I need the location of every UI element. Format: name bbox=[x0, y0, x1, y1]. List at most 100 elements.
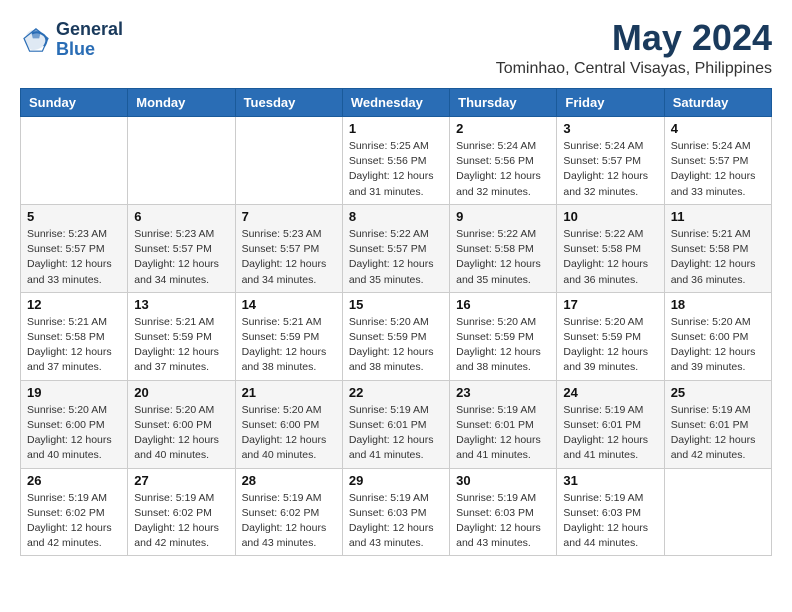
day-info: Sunrise: 5:19 AM Sunset: 6:02 PM Dayligh… bbox=[242, 491, 336, 552]
month-title: May 2024 bbox=[496, 20, 772, 56]
day-info: Sunrise: 5:20 AM Sunset: 5:59 PM Dayligh… bbox=[349, 315, 443, 376]
calendar-table: SundayMondayTuesdayWednesdayThursdayFrid… bbox=[20, 88, 772, 556]
day-number: 27 bbox=[134, 473, 228, 488]
location-title: Tominhao, Central Visayas, Philippines bbox=[496, 60, 772, 78]
calendar-cell: 26Sunrise: 5:19 AM Sunset: 6:02 PM Dayli… bbox=[21, 468, 128, 556]
calendar-cell bbox=[128, 117, 235, 205]
calendar-cell: 9 Sunrise: 5:22 AM Sunset: 5:58 PM Daylig… bbox=[450, 204, 557, 292]
title-block: May 2024 Tominhao, Central Visayas, Phil… bbox=[496, 20, 772, 78]
calendar-cell: 12 Sunrise: 5:21 AM Sunset: 5:58 PM Dayli… bbox=[21, 292, 128, 380]
day-number: 6 bbox=[134, 209, 228, 224]
weekday-header-wednesday: Wednesday bbox=[342, 89, 449, 117]
weekday-header-sunday: Sunday bbox=[21, 89, 128, 117]
calendar-cell: 2Sunrise: 5:24 AM Sunset: 5:56 PM Daylig… bbox=[450, 117, 557, 205]
page-header: General Blue May 2024 Tominhao, Central … bbox=[20, 20, 772, 78]
calendar-cell: 7 Sunrise: 5:23 AM Sunset: 5:57 PM Daylig… bbox=[235, 204, 342, 292]
calendar-cell: 21Sunrise: 5:20 AM Sunset: 6:00 PM Dayli… bbox=[235, 380, 342, 468]
day-info: Sunrise: 5:20 AM Sunset: 6:00 PM Dayligh… bbox=[134, 403, 228, 464]
day-info: Sunrise: 5:22 AM Sunset: 5:57 PM Dayligh… bbox=[349, 227, 443, 288]
day-info: Sunrise: 5:19 AM Sunset: 6:02 PM Dayligh… bbox=[27, 491, 121, 552]
day-number: 13 bbox=[134, 297, 228, 312]
logo-text: General Blue bbox=[56, 20, 123, 60]
calendar-week-row: 26Sunrise: 5:19 AM Sunset: 6:02 PM Dayli… bbox=[21, 468, 772, 556]
day-number: 19 bbox=[27, 385, 121, 400]
day-number: 17 bbox=[563, 297, 657, 312]
calendar-cell: 19 Sunrise: 5:20 AM Sunset: 6:00 PM Dayli… bbox=[21, 380, 128, 468]
day-number: 30 bbox=[456, 473, 550, 488]
calendar-cell: 16Sunrise: 5:20 AM Sunset: 5:59 PM Dayli… bbox=[450, 292, 557, 380]
weekday-header-row: SundayMondayTuesdayWednesdayThursdayFrid… bbox=[21, 89, 772, 117]
day-number: 22 bbox=[349, 385, 443, 400]
day-info: Sunrise: 5:21 AM Sunset: 5:58 PM Dayligh… bbox=[27, 315, 121, 376]
day-info: Sunrise: 5:23 AM Sunset: 5:57 PM Dayligh… bbox=[134, 227, 228, 288]
calendar-cell: 6 Sunrise: 5:23 AM Sunset: 5:57 PM Daylig… bbox=[128, 204, 235, 292]
day-info: Sunrise: 5:21 AM Sunset: 5:58 PM Dayligh… bbox=[671, 227, 765, 288]
day-info: Sunrise: 5:19 AM Sunset: 6:01 PM Dayligh… bbox=[456, 403, 550, 464]
calendar-cell: 27Sunrise: 5:19 AM Sunset: 6:02 PM Dayli… bbox=[128, 468, 235, 556]
weekday-header-saturday: Saturday bbox=[664, 89, 771, 117]
calendar-cell: 18 Sunrise: 5:20 AM Sunset: 6:00 PM Dayli… bbox=[664, 292, 771, 380]
day-info: Sunrise: 5:20 AM Sunset: 6:00 PM Dayligh… bbox=[671, 315, 765, 376]
day-number: 15 bbox=[349, 297, 443, 312]
day-info: Sunrise: 5:25 AM Sunset: 5:56 PM Dayligh… bbox=[349, 139, 443, 200]
calendar-week-row: 12 Sunrise: 5:21 AM Sunset: 5:58 PM Dayli… bbox=[21, 292, 772, 380]
weekday-header-tuesday: Tuesday bbox=[235, 89, 342, 117]
day-number: 18 bbox=[671, 297, 765, 312]
day-info: Sunrise: 5:19 AM Sunset: 6:01 PM Dayligh… bbox=[671, 403, 765, 464]
day-info: Sunrise: 5:21 AM Sunset: 5:59 PM Dayligh… bbox=[242, 315, 336, 376]
day-info: Sunrise: 5:19 AM Sunset: 6:03 PM Dayligh… bbox=[456, 491, 550, 552]
day-number: 20 bbox=[134, 385, 228, 400]
logo: General Blue bbox=[20, 20, 123, 60]
calendar-cell: 4Sunrise: 5:24 AM Sunset: 5:57 PM Daylig… bbox=[664, 117, 771, 205]
calendar-cell: 24 Sunrise: 5:19 AM Sunset: 6:01 PM Dayli… bbox=[557, 380, 664, 468]
day-info: Sunrise: 5:20 AM Sunset: 5:59 PM Dayligh… bbox=[563, 315, 657, 376]
calendar-cell: 20 Sunrise: 5:20 AM Sunset: 6:00 PM Dayli… bbox=[128, 380, 235, 468]
calendar-week-row: 19 Sunrise: 5:20 AM Sunset: 6:00 PM Dayli… bbox=[21, 380, 772, 468]
calendar-week-row: 5 Sunrise: 5:23 AM Sunset: 5:57 PM Daylig… bbox=[21, 204, 772, 292]
day-number: 16 bbox=[456, 297, 550, 312]
day-number: 12 bbox=[27, 297, 121, 312]
day-info: Sunrise: 5:21 AM Sunset: 5:59 PM Dayligh… bbox=[134, 315, 228, 376]
day-number: 10 bbox=[563, 209, 657, 224]
day-info: Sunrise: 5:19 AM Sunset: 6:01 PM Dayligh… bbox=[349, 403, 443, 464]
calendar-cell: 22 Sunrise: 5:19 AM Sunset: 6:01 PM Dayli… bbox=[342, 380, 449, 468]
day-info: Sunrise: 5:22 AM Sunset: 5:58 PM Dayligh… bbox=[456, 227, 550, 288]
day-number: 1 bbox=[349, 121, 443, 136]
day-number: 11 bbox=[671, 209, 765, 224]
day-info: Sunrise: 5:20 AM Sunset: 6:00 PM Dayligh… bbox=[27, 403, 121, 464]
day-number: 5 bbox=[27, 209, 121, 224]
day-info: Sunrise: 5:23 AM Sunset: 5:57 PM Dayligh… bbox=[242, 227, 336, 288]
calendar-cell: 30 Sunrise: 5:19 AM Sunset: 6:03 PM Dayli… bbox=[450, 468, 557, 556]
calendar-cell bbox=[664, 468, 771, 556]
calendar-cell bbox=[21, 117, 128, 205]
day-number: 7 bbox=[242, 209, 336, 224]
calendar-cell: 28 Sunrise: 5:19 AM Sunset: 6:02 PM Dayli… bbox=[235, 468, 342, 556]
day-info: Sunrise: 5:24 AM Sunset: 5:56 PM Dayligh… bbox=[456, 139, 550, 200]
day-number: 24 bbox=[563, 385, 657, 400]
calendar-cell: 1 Sunrise: 5:25 AM Sunset: 5:56 PM Daylig… bbox=[342, 117, 449, 205]
calendar-cell: 31Sunrise: 5:19 AM Sunset: 6:03 PM Dayli… bbox=[557, 468, 664, 556]
calendar-cell: 17 Sunrise: 5:20 AM Sunset: 5:59 PM Dayli… bbox=[557, 292, 664, 380]
day-number: 9 bbox=[456, 209, 550, 224]
calendar-cell: 23Sunrise: 5:19 AM Sunset: 6:01 PM Dayli… bbox=[450, 380, 557, 468]
calendar-cell: 8Sunrise: 5:22 AM Sunset: 5:57 PM Daylig… bbox=[342, 204, 449, 292]
day-info: Sunrise: 5:24 AM Sunset: 5:57 PM Dayligh… bbox=[671, 139, 765, 200]
day-number: 14 bbox=[242, 297, 336, 312]
day-number: 29 bbox=[349, 473, 443, 488]
calendar-cell: 25Sunrise: 5:19 AM Sunset: 6:01 PM Dayli… bbox=[664, 380, 771, 468]
calendar-cell: 29Sunrise: 5:19 AM Sunset: 6:03 PM Dayli… bbox=[342, 468, 449, 556]
calendar-cell: 13 Sunrise: 5:21 AM Sunset: 5:59 PM Dayli… bbox=[128, 292, 235, 380]
calendar-cell: 14 Sunrise: 5:21 AM Sunset: 5:59 PM Dayli… bbox=[235, 292, 342, 380]
calendar-week-row: 1 Sunrise: 5:25 AM Sunset: 5:56 PM Daylig… bbox=[21, 117, 772, 205]
weekday-header-friday: Friday bbox=[557, 89, 664, 117]
day-number: 28 bbox=[242, 473, 336, 488]
day-number: 21 bbox=[242, 385, 336, 400]
weekday-header-thursday: Thursday bbox=[450, 89, 557, 117]
day-info: Sunrise: 5:19 AM Sunset: 6:01 PM Dayligh… bbox=[563, 403, 657, 464]
calendar-cell: 3Sunrise: 5:24 AM Sunset: 5:57 PM Daylig… bbox=[557, 117, 664, 205]
calendar-cell: 11 Sunrise: 5:21 AM Sunset: 5:58 PM Dayli… bbox=[664, 204, 771, 292]
day-info: Sunrise: 5:22 AM Sunset: 5:58 PM Dayligh… bbox=[563, 227, 657, 288]
weekday-header-monday: Monday bbox=[128, 89, 235, 117]
calendar-cell: 5Sunrise: 5:23 AM Sunset: 5:57 PM Daylig… bbox=[21, 204, 128, 292]
day-info: Sunrise: 5:19 AM Sunset: 6:03 PM Dayligh… bbox=[563, 491, 657, 552]
